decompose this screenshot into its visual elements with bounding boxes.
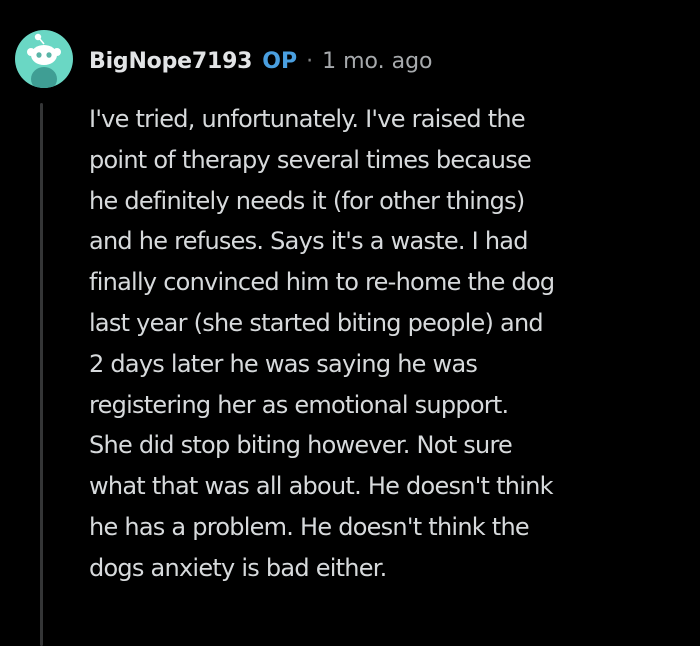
comment-timestamp[interactable]: 1 mo. ago (322, 49, 432, 74)
comment-line: finally convinced him to re-home the dog (89, 268, 555, 297)
comment-line: dogs anxiety is bad either. (89, 553, 387, 582)
reddit-snoo-avatar-icon (27, 33, 61, 88)
author-username[interactable]: BigNope7193 (89, 49, 252, 74)
comment-line: he definitely needs it (for other things… (89, 186, 525, 215)
avatar[interactable] (15, 30, 73, 88)
thread-collapse-line[interactable] (40, 103, 43, 646)
comment-line: last year (she started biting people) an… (89, 308, 544, 337)
comment-body: I've tried, unfortunately. I've raised t… (89, 99, 689, 589)
comment-line: what that was all about. He doesn't thin… (89, 472, 553, 501)
comment-line: I've tried, unfortunately. I've raised t… (89, 105, 526, 133)
comment-line: registering her as emotional support. (89, 390, 509, 419)
comment-header: BigNope7193 OP · 1 mo. ago (89, 44, 433, 78)
comment-line: and he refuses. Says it's a waste. I had (89, 227, 529, 256)
comment-line: 2 days later he was saying he was (89, 349, 478, 378)
separator-dot: · (306, 48, 314, 74)
comment-line: point of therapy several times because (89, 145, 532, 174)
comment-line: he has a problem. He doesn't think the (89, 512, 530, 541)
comment-line: She did stop biting however. Not sure (89, 431, 513, 460)
op-badge: OP (262, 48, 298, 74)
